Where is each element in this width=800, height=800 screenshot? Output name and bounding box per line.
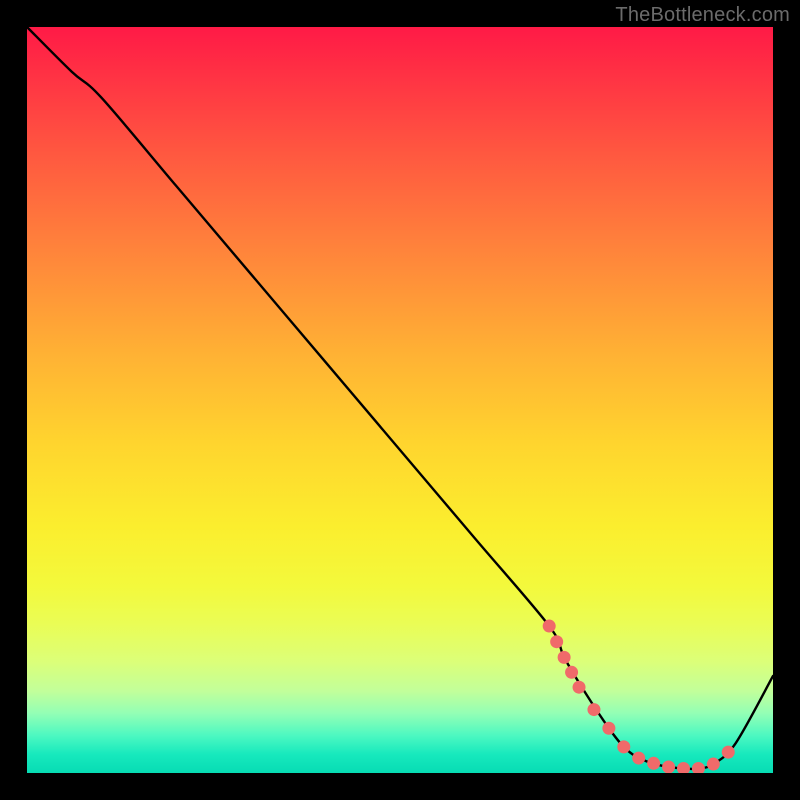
marker-dot [550,635,563,648]
chart-svg [27,27,773,773]
marker-dot [722,746,735,759]
curve-group [27,27,773,769]
marker-group [543,620,735,773]
marker-dot [573,681,586,694]
marker-dot [565,666,578,679]
marker-dot [543,620,556,633]
marker-dot [632,752,645,765]
bottleneck-curve [27,27,773,769]
marker-dot [587,703,600,716]
marker-dot [617,740,630,753]
marker-dot [707,758,720,771]
watermark-text: TheBottleneck.com [615,4,790,27]
marker-dot [647,757,660,770]
marker-dot [602,722,615,735]
marker-dot [677,762,690,773]
marker-dot [692,762,705,773]
marker-dot [662,761,675,773]
plot-area [27,27,773,773]
chart-stage: TheBottleneck.com [0,0,800,800]
marker-dot [558,651,571,664]
